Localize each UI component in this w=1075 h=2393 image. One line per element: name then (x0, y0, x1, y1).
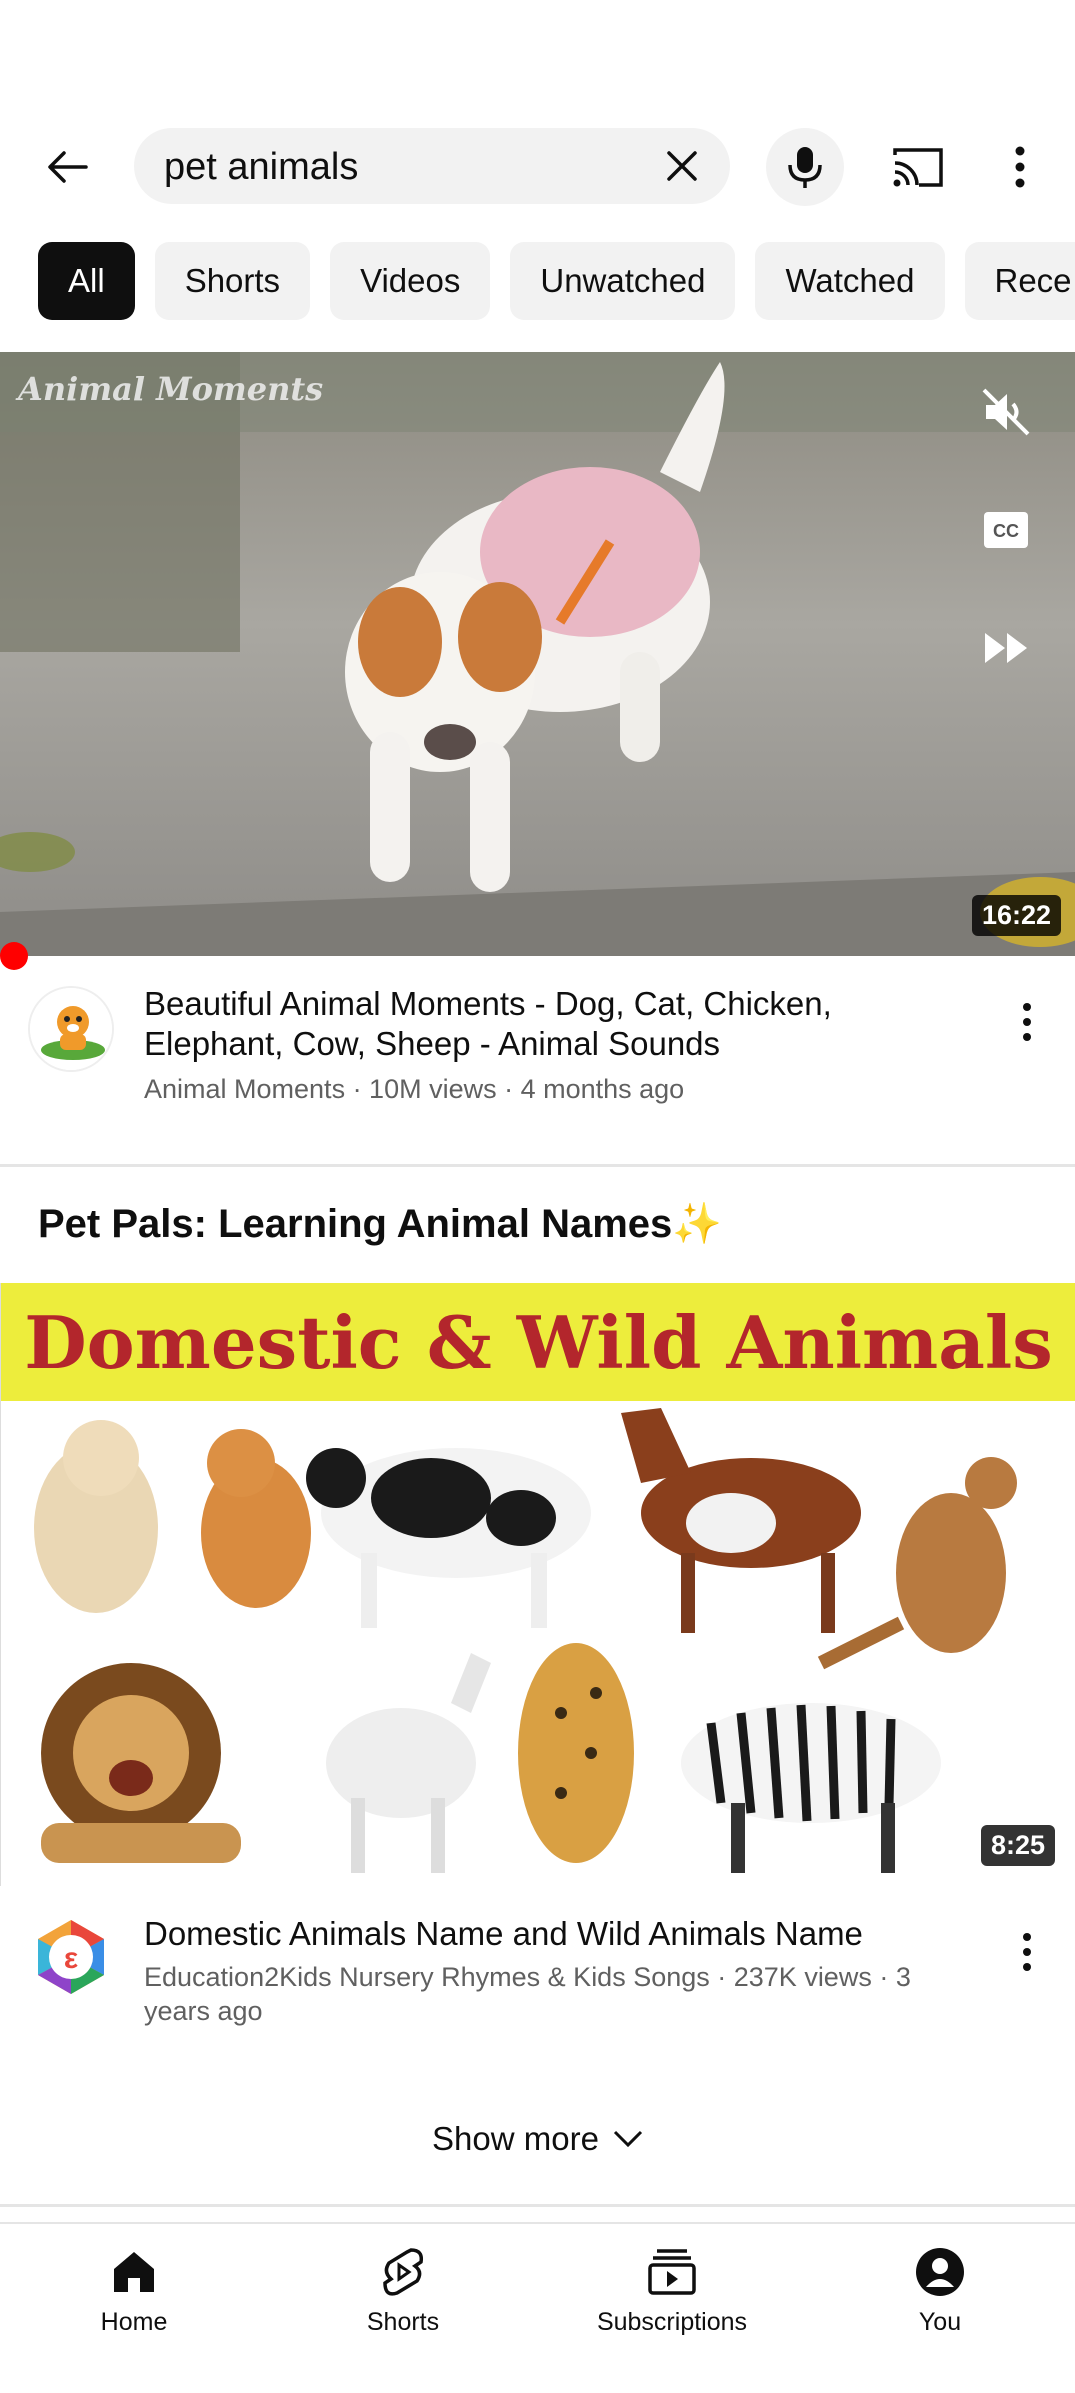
bottom-divider (0, 2204, 1075, 2207)
bottom-navigation: Home Shorts Subscriptions You (0, 2222, 1075, 2393)
nav-you-label: You (918, 2308, 962, 2336)
video-thumbnail (0, 352, 1075, 956)
microphone-icon (788, 147, 822, 188)
nav-shorts-label: Shorts (366, 2308, 440, 2336)
more-vertical-icon (1023, 1933, 1031, 1971)
clear-search-button[interactable] (656, 140, 708, 192)
nav-home[interactable]: Home (34, 2242, 234, 2337)
tiger-avatar-icon (30, 988, 112, 1070)
video-metadata-2: Education2Kids Nursery Rhymes & Kids Son… (144, 1962, 911, 2026)
more-vertical-icon (1015, 146, 1025, 188)
captions-icon: CC (984, 512, 1028, 548)
video-duration: 16:22 (971, 895, 1061, 936)
nav-you[interactable]: You (840, 2242, 1040, 2337)
chip-shorts[interactable]: Shorts (154, 242, 311, 320)
nav-subscriptions-label: Subscriptions (596, 2308, 748, 2336)
search-header: pet animals (0, 120, 1075, 210)
back-button[interactable] (36, 135, 100, 199)
video-duration: 8:25 (980, 1825, 1055, 1866)
video-player-preview[interactable]: Animal Moments CC 16:22 (0, 352, 1075, 956)
show-more-label: Show more (432, 2120, 599, 2157)
chip-watched[interactable]: Watched (755, 242, 945, 320)
show-more-button[interactable]: Show more (0, 2120, 1075, 2158)
shorts-icon (383, 2248, 424, 2296)
shelf-title: Pet Pals: Learning Animal Names✨ (38, 1202, 723, 1246)
subscriptions-icon (648, 2249, 696, 2295)
channel-avatar[interactable] (28, 986, 114, 1072)
video-title[interactable]: Beautiful Animal Moments - Dog, Cat, Chi… (144, 984, 964, 1064)
channel-avatar-2[interactable]: ε (28, 1914, 114, 2000)
mute-button[interactable] (974, 380, 1038, 444)
video-thumbnail-2[interactable]: Domestic & Wild Animals 8:25 (0, 1283, 1075, 1886)
cast-button[interactable] (885, 134, 951, 200)
account-icon (916, 2248, 964, 2296)
video-title-2[interactable]: Domestic Animals Name and Wild Animals N… (144, 1914, 964, 1954)
captions-button[interactable]: CC (974, 498, 1038, 562)
nav-subscriptions[interactable]: Subscriptions (572, 2242, 772, 2337)
svg-text:CC: CC (993, 521, 1019, 541)
chip-all[interactable]: All (38, 242, 135, 320)
cast-icon (893, 148, 943, 187)
more-options-button[interactable] (990, 134, 1050, 200)
fast-forward-icon (985, 633, 1027, 663)
chip-recent[interactable]: Rece (964, 242, 1075, 320)
video-menu-button[interactable] (1007, 992, 1047, 1052)
arrow-left-icon (48, 151, 88, 183)
education2kids-logo-icon: ε (28, 1914, 114, 2000)
filter-chips: All Shorts Videos Unwatched Watched Rece (38, 242, 1075, 320)
search-query: pet animals (164, 146, 359, 188)
chip-videos[interactable]: Videos (330, 242, 491, 320)
chip-unwatched[interactable]: Unwatched (510, 242, 736, 320)
nav-home-label: Home (100, 2308, 168, 2336)
home-icon (114, 2252, 154, 2292)
channel-watermark: Animal Moments (18, 370, 324, 408)
progress-scrubber[interactable] (0, 942, 28, 970)
thumbnail-banner: Domestic & Wild Animals (1, 1283, 1075, 1401)
more-vertical-icon (1023, 1003, 1031, 1041)
chevron-down-icon (613, 2130, 643, 2148)
fast-forward-button[interactable] (974, 616, 1038, 680)
close-icon (667, 151, 697, 181)
muted-speaker-icon (982, 388, 1030, 436)
section-divider (0, 1164, 1075, 1167)
video-menu-button-2[interactable] (1007, 1922, 1047, 1982)
video-metadata: Animal Moments · 10M views · 4 months ag… (144, 1074, 685, 1104)
search-input[interactable]: pet animals (134, 128, 730, 204)
svg-text:ε: ε (64, 1942, 78, 1975)
nav-shorts[interactable]: Shorts (303, 2242, 503, 2337)
voice-search-button[interactable] (766, 128, 844, 206)
